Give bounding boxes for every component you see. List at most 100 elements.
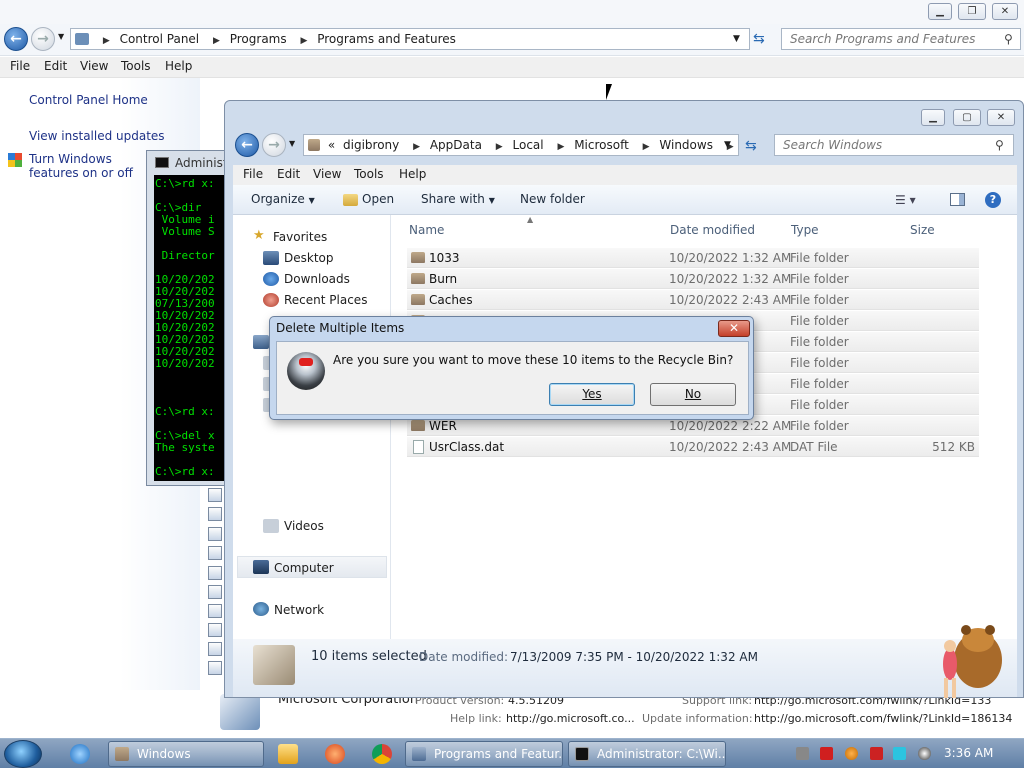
column-type[interactable]: Type (791, 223, 819, 237)
explorer-address-field[interactable]: « digibrony ▶ AppData ▶ Local ▶ Microsof… (303, 134, 739, 156)
preview-pane-icon[interactable] (950, 193, 965, 206)
address-dropdown-icon[interactable]: ▼ (724, 135, 731, 155)
menu-view[interactable]: View (313, 167, 341, 181)
tray-flag-icon[interactable] (870, 747, 883, 760)
view-options-icon[interactable]: ☰ ▾ (895, 193, 916, 207)
menu-tools[interactable]: Tools (121, 59, 151, 73)
column-size[interactable]: Size (910, 223, 935, 237)
control-panel-icon (412, 747, 426, 761)
forward-button[interactable]: → (31, 27, 55, 51)
tray-search-icon[interactable] (845, 747, 858, 760)
help-icon[interactable]: ? (985, 192, 1001, 208)
windows-features-link[interactable]: Turn Windows features on or off (29, 152, 147, 180)
console-output[interactable]: C:\>rd x: C:\>dir Volume i Volume S Direc… (154, 175, 224, 481)
breadcrumb-programs-features[interactable]: Programs and Features (317, 29, 456, 49)
menu-help[interactable]: Help (165, 59, 192, 73)
taskbar-windows-explorer[interactable]: Windows (108, 741, 264, 767)
search-icon[interactable]: ⚲ (1004, 29, 1013, 49)
explorer-search-input[interactable]: Search Windows ⚲ (774, 134, 1014, 156)
menu-file[interactable]: File (243, 167, 263, 181)
taskbar-command-prompt[interactable]: Administrator: C:\Wi... (568, 741, 726, 767)
update-info-link[interactable]: http://go.microsoft.com/fwlink/?LinkId=1… (754, 712, 1012, 725)
yes-button[interactable]: Yes (549, 383, 635, 406)
breadcrumb-overflow[interactable]: « (328, 135, 335, 155)
refresh-icon[interactable]: ⇆ (745, 138, 757, 154)
start-button[interactable] (4, 740, 42, 768)
cp-search-input[interactable]: Search Programs and Features ⚲ (781, 28, 1021, 50)
nav-videos[interactable]: Videos (284, 519, 324, 533)
nav-network[interactable]: Network (274, 603, 324, 617)
menu-help[interactable]: Help (399, 167, 426, 181)
file-type: File folder (790, 335, 849, 349)
nav-desktop[interactable]: Desktop (284, 251, 334, 265)
program-list-icon (208, 507, 222, 521)
file-date: 10/20/2022 2:43 AM (669, 440, 792, 454)
breadcrumb-microsoft[interactable]: Microsoft (574, 135, 629, 155)
chrome-icon[interactable] (372, 744, 392, 764)
command-prompt-window[interactable]: Administrator: C:\Windows\system32\cmd.e… (146, 150, 230, 486)
menu-edit[interactable]: Edit (277, 167, 300, 181)
breadcrumb-digibrony[interactable]: digibrony (343, 135, 399, 155)
menu-edit[interactable]: Edit (44, 59, 67, 73)
search-icon[interactable]: ⚲ (995, 135, 1004, 155)
close-button[interactable]: ✕ (987, 109, 1015, 126)
program-list-icon (208, 546, 222, 560)
breadcrumb-control-panel[interactable]: Control Panel (120, 29, 200, 49)
help-link[interactable]: http://go.microsoft.co... (506, 712, 635, 725)
close-button[interactable]: ✕ (992, 3, 1018, 20)
file-row[interactable]: UsrClass.dat 10/20/2022 2:43 AM DAT File 51… (407, 437, 979, 457)
file-date: 10/20/2022 2:43 AM (669, 293, 792, 307)
file-row[interactable]: 1033 10/20/2022 1:32 AM File folder (407, 248, 979, 268)
maximize-button[interactable]: ▢ (953, 109, 981, 126)
column-date-modified[interactable]: Date modified (670, 223, 755, 237)
menu-tools[interactable]: Tools (354, 167, 384, 181)
tray-app-icon[interactable] (796, 747, 809, 760)
console-title: Administrator: C:\Windows\system32\cmd.e… (175, 156, 229, 170)
menu-file[interactable]: File (10, 59, 30, 73)
media-player-icon[interactable] (278, 744, 298, 764)
nav-computer[interactable]: Computer (274, 561, 334, 575)
tray-volume-icon[interactable] (918, 747, 931, 760)
tray-antivirus-icon[interactable] (820, 747, 833, 760)
tray-network-icon[interactable] (893, 747, 906, 760)
taskbar-task-label: Administrator: C:\Wi... (597, 747, 726, 761)
minimize-button[interactable]: ▁ (921, 109, 945, 126)
breadcrumb-windows[interactable]: Windows (659, 135, 713, 155)
taskbar-programs-features[interactable]: Programs and Featur... (405, 741, 563, 767)
forward-button[interactable]: → (262, 133, 286, 157)
breadcrumb-programs[interactable]: Programs (230, 29, 287, 49)
view-installed-updates-link[interactable]: View installed updates (29, 129, 165, 143)
recent-pages-dropdown-icon[interactable]: ▼ (58, 32, 64, 41)
organize-button[interactable]: Organize ▼ (251, 192, 315, 206)
refresh-icon[interactable]: ⇆ (753, 31, 765, 47)
share-with-button[interactable]: Share with ▼ (421, 192, 495, 206)
nav-favorites[interactable]: Favorites (273, 230, 327, 244)
breadcrumb-local[interactable]: Local (513, 135, 544, 155)
recent-places-icon (263, 293, 279, 307)
file-row[interactable]: Burn 10/20/2022 1:32 AM File folder (407, 269, 979, 289)
new-folder-button[interactable]: New folder (520, 192, 585, 206)
paint-icon[interactable] (325, 744, 345, 764)
breadcrumb-appdata[interactable]: AppData (430, 135, 482, 155)
control-panel-home-link[interactable]: Control Panel Home (29, 93, 148, 107)
clock[interactable]: 3:36 AM (944, 746, 993, 760)
open-button[interactable]: Open (362, 192, 394, 206)
program-list-icon (208, 527, 222, 541)
chevron-down-icon: ▼ (488, 196, 495, 205)
breadcrumb-separator-icon: ▶ (642, 142, 650, 152)
back-button[interactable]: ← (4, 27, 28, 51)
restore-button[interactable]: ❐ (958, 3, 986, 20)
cp-address-field[interactable]: ▶ Control Panel ▶ Programs ▶ Programs an… (70, 28, 750, 50)
nav-downloads[interactable]: Downloads (284, 272, 350, 286)
column-name[interactable]: Name (409, 223, 444, 237)
dialog-close-button[interactable]: ✕ (718, 320, 750, 337)
back-button[interactable]: ← (235, 133, 259, 157)
address-dropdown-icon[interactable]: ▼ (733, 29, 740, 49)
minimize-button[interactable]: ▁ (928, 3, 952, 20)
nav-recent-places[interactable]: Recent Places (284, 293, 367, 307)
no-button[interactable]: No (650, 383, 736, 406)
recent-pages-dropdown-icon[interactable]: ▼ (289, 139, 295, 148)
internet-explorer-icon[interactable] (70, 744, 90, 764)
menu-view[interactable]: View (80, 59, 108, 73)
file-row[interactable]: Caches 10/20/2022 2:43 AM File folder (407, 290, 979, 310)
